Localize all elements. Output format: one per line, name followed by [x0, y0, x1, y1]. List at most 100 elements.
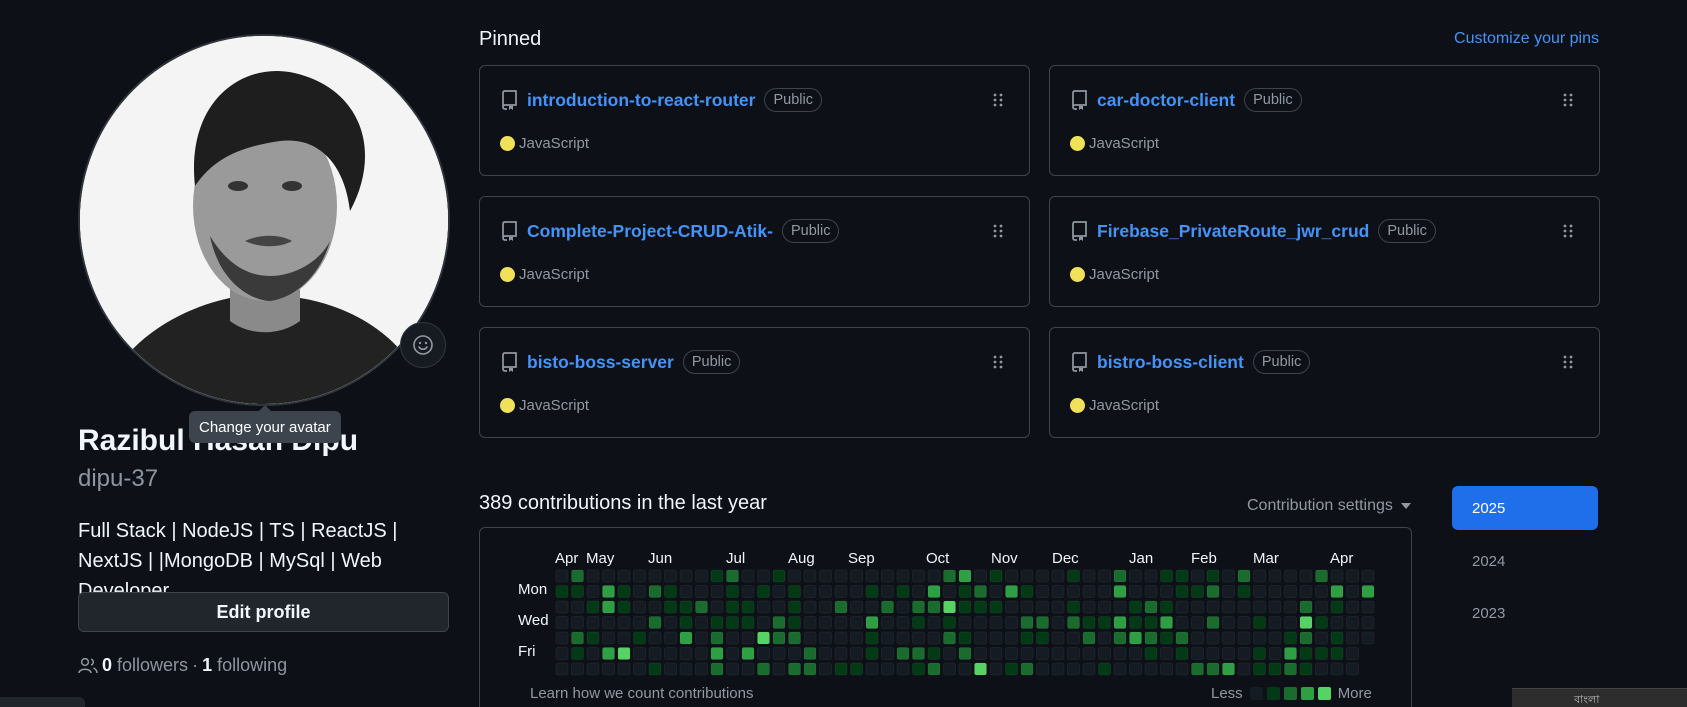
contribution-day[interactable]	[617, 600, 631, 614]
contribution-day[interactable]	[1036, 616, 1049, 629]
contribution-day[interactable]	[803, 569, 817, 583]
contribution-day[interactable]	[865, 585, 879, 598]
contribution-day[interactable]	[571, 616, 584, 629]
contribution-day[interactable]	[555, 631, 569, 645]
contribution-day[interactable]	[927, 585, 941, 598]
contribution-day[interactable]	[1098, 585, 1111, 598]
contribution-day[interactable]	[1222, 647, 1235, 660]
contribution-day[interactable]	[1175, 600, 1189, 614]
contribution-day[interactable]	[1175, 631, 1189, 645]
contribution-day[interactable]	[1144, 600, 1158, 614]
contribution-day[interactable]	[1129, 616, 1142, 629]
contribution-day[interactable]	[1175, 569, 1189, 583]
contribution-day[interactable]	[1253, 616, 1266, 629]
contribution-day[interactable]	[710, 662, 724, 676]
contribution-day[interactable]	[1361, 569, 1375, 583]
contribution-day[interactable]	[788, 616, 801, 629]
contribution-day[interactable]	[1098, 569, 1111, 583]
contribution-day[interactable]	[1098, 647, 1111, 660]
contribution-day[interactable]	[757, 600, 770, 614]
contribution-day[interactable]	[896, 600, 910, 614]
year-2024-link[interactable]: 2024	[1452, 539, 1598, 583]
contribution-day[interactable]	[679, 585, 693, 598]
contribution-day[interactable]	[571, 662, 584, 676]
contribution-day[interactable]	[1284, 600, 1297, 614]
contribution-day[interactable]	[1315, 569, 1328, 583]
contribution-day[interactable]	[1299, 616, 1313, 629]
repo-link[interactable]: car-doctor-client	[1097, 90, 1235, 111]
contribution-day[interactable]	[741, 631, 755, 645]
contribution-day[interactable]	[617, 662, 631, 676]
contribution-day[interactable]	[819, 631, 832, 645]
contribution-day[interactable]	[989, 600, 1003, 614]
contribution-day[interactable]	[602, 631, 615, 645]
contribution-day[interactable]	[772, 631, 786, 645]
contribution-day[interactable]	[633, 631, 646, 645]
contribution-day[interactable]	[958, 600, 972, 614]
contribution-day[interactable]	[1113, 631, 1127, 645]
contribution-day[interactable]	[1067, 569, 1080, 583]
contribution-day[interactable]	[1253, 662, 1266, 676]
contribution-day[interactable]	[1175, 662, 1189, 676]
contribution-day[interactable]	[1191, 600, 1204, 614]
contribution-day[interactable]	[943, 569, 956, 583]
contribution-day[interactable]	[1098, 631, 1111, 645]
contribution-day[interactable]	[695, 569, 708, 583]
contribution-day[interactable]	[1330, 616, 1344, 629]
contribution-day[interactable]	[710, 647, 724, 660]
contribution-day[interactable]	[865, 662, 879, 676]
contribution-day[interactable]	[757, 616, 770, 629]
contribution-day[interactable]	[1160, 569, 1173, 583]
contribution-day[interactable]	[1036, 569, 1049, 583]
contribution-day[interactable]	[974, 585, 987, 598]
contribution-day[interactable]	[1082, 569, 1096, 583]
contribution-day[interactable]	[1346, 585, 1359, 598]
contribution-day[interactable]	[1020, 616, 1034, 629]
contribution-day[interactable]	[1299, 585, 1313, 598]
contribution-day[interactable]	[1005, 647, 1018, 660]
contribution-day[interactable]	[1160, 662, 1173, 676]
contribution-day[interactable]	[772, 662, 786, 676]
contribution-day[interactable]	[896, 585, 910, 598]
contribution-day[interactable]	[1191, 647, 1204, 660]
contribution-day[interactable]	[1144, 662, 1158, 676]
contribution-day[interactable]	[1222, 631, 1235, 645]
contribution-settings-button[interactable]: Contribution settings	[1247, 497, 1411, 515]
contribution-day[interactable]	[1051, 600, 1065, 614]
contribution-day[interactable]	[850, 647, 863, 660]
contribution-day[interactable]	[741, 585, 755, 598]
contribution-day[interactable]	[741, 569, 755, 583]
contribution-day[interactable]	[989, 569, 1003, 583]
drag-handle-icon[interactable]	[1563, 355, 1573, 369]
contribution-day[interactable]	[896, 647, 910, 660]
contribution-day[interactable]	[710, 616, 724, 629]
contribution-day[interactable]	[850, 662, 863, 676]
contribution-day[interactable]	[679, 631, 693, 645]
contribution-day[interactable]	[679, 662, 693, 676]
contribution-day[interactable]	[927, 600, 941, 614]
contribution-day[interactable]	[896, 616, 910, 629]
contribution-day[interactable]	[803, 662, 817, 676]
contribution-day[interactable]	[1144, 585, 1158, 598]
contribution-day[interactable]	[1191, 585, 1204, 598]
contribution-day[interactable]	[1361, 616, 1375, 629]
contribution-day[interactable]	[648, 600, 662, 614]
contribution-day[interactable]	[679, 647, 693, 660]
contribution-day[interactable]	[555, 600, 569, 614]
contribution-day[interactable]	[1268, 585, 1282, 598]
contribution-day[interactable]	[850, 585, 863, 598]
contribution-day[interactable]	[1113, 569, 1127, 583]
contribution-day[interactable]	[617, 631, 631, 645]
contribution-day[interactable]	[1020, 585, 1034, 598]
contribution-day[interactable]	[726, 585, 739, 598]
contribution-day[interactable]	[1005, 569, 1018, 583]
contribution-day[interactable]	[989, 647, 1003, 660]
contribution-day[interactable]	[1330, 662, 1344, 676]
repo-link[interactable]: introduction-to-react-router	[527, 90, 755, 111]
contribution-day[interactable]	[772, 569, 786, 583]
contribution-day[interactable]	[943, 662, 956, 676]
contribution-day[interactable]	[1020, 569, 1034, 583]
contribution-day[interactable]	[586, 569, 600, 583]
contribution-day[interactable]	[943, 616, 956, 629]
contribution-day[interactable]	[617, 569, 631, 583]
